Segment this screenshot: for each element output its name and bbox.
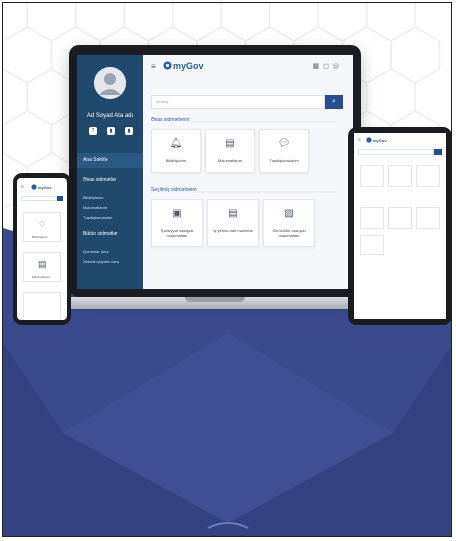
service-card[interactable]: ▤ İş yerinə dair məlumat <box>207 199 259 247</box>
service-card[interactable] <box>416 207 440 229</box>
sidebar-item-my-services[interactable]: Əsas xidmətlər <box>77 173 143 188</box>
sidebar: Ad Soyad Ata adı ? ▮ ▮ Ana Səhifə Əsas x… <box>77 55 143 289</box>
service-card[interactable]: 🔔︎ Bildirişlərim <box>151 129 201 173</box>
logo-mark <box>366 137 372 143</box>
logo-text: myGov <box>373 138 387 143</box>
service-card[interactable] <box>360 207 384 229</box>
logo: myGov <box>163 61 204 71</box>
service-card[interactable] <box>360 235 384 255</box>
sidebar-sub-item[interactable]: Qurumlar üzrə <box>83 249 109 254</box>
phone-screen: ≡ myGov ♢ Bildirişlərim ▤ Məlumatlarım <box>17 178 67 320</box>
service-card[interactable]: ▤ Məlumatlarım <box>205 129 255 173</box>
globe-icon[interactable]: ◎ <box>333 63 343 70</box>
document-icon[interactable]: ▮ <box>107 127 115 135</box>
user-name: Ad Soyad Ata adı <box>86 113 134 119</box>
service-card[interactable]: 💬︎ Təsdiqləmələrim <box>259 129 309 173</box>
menu-icon[interactable]: ≡ <box>21 184 24 190</box>
bell-icon[interactable]: ◻ <box>323 63 333 70</box>
document-icon: ▤ <box>38 259 47 269</box>
laptop-screen: Ad Soyad Ata adı ? ▮ ▮ Ana Səhifə Əsas x… <box>77 55 353 289</box>
bell-icon: ♢ <box>38 219 47 229</box>
sidebar-sub-item[interactable]: Bildirişlərim <box>83 195 103 200</box>
top-bar: ≡ myGov ▦◻◎ <box>143 55 353 77</box>
bell-icon: 🔔︎ <box>169 138 183 149</box>
service-card[interactable] <box>416 165 440 187</box>
id-card-icon: ▣ <box>172 208 182 219</box>
search-input[interactable] <box>358 149 434 155</box>
card-label: Sürücülük vəsiqəsi məlumatları <box>272 228 306 238</box>
service-card[interactable] <box>23 292 61 320</box>
section-chosen-title: Seçilmiş xidmətlərim <box>151 187 197 193</box>
card-label: İş yerinə dair məlumat <box>213 228 253 233</box>
search-input[interactable] <box>21 196 57 201</box>
logo-mark <box>31 184 37 190</box>
logo-text: myGov <box>173 61 204 71</box>
laptop-notch <box>185 297 245 302</box>
settings-icon[interactable]: ▮ <box>125 127 133 135</box>
grid-icon[interactable]: ▦ <box>312 63 323 70</box>
search-icon: ⌕ <box>332 98 336 105</box>
logo-text: myGov <box>38 185 52 190</box>
service-card[interactable] <box>388 207 412 229</box>
card-label: Bildirişlərim <box>32 235 48 239</box>
sidebar-sub-item[interactable]: Xidmət qrupları üzrə <box>83 259 119 264</box>
section-main-title: Əsas xidmətlərim <box>151 117 190 123</box>
service-card[interactable]: ♢ Bildirişlərim <box>23 212 61 242</box>
search-button[interactable] <box>57 196 63 201</box>
card-label: Məlumatlarım <box>32 275 51 279</box>
card-label: Məlumatlarım <box>217 158 243 163</box>
license-icon: ▨ <box>284 208 294 219</box>
menu-icon[interactable]: ≡ <box>358 137 361 143</box>
card-label: Bildirişlərim <box>165 158 187 163</box>
document-icon: ▤ <box>225 138 235 149</box>
card-label: Təsdiqləmələrim <box>269 158 299 163</box>
sidebar-sub-item[interactable]: Məlumatlarım <box>83 205 107 210</box>
avatar <box>94 67 126 99</box>
service-card[interactable]: ▨ Sürücülük vəsiqəsi məlumatları <box>263 199 315 247</box>
top-icons: ▦◻◎ <box>312 62 343 70</box>
sidebar-item-home[interactable]: Ana Səhifə <box>77 153 143 168</box>
service-card[interactable]: ▣ Şəxsiyyət vəsiqəsi məlumatları <box>151 199 203 247</box>
profile-icons: ? ▮ ▮ <box>89 127 133 137</box>
tablet-screen: ≡ myGov <box>354 133 446 319</box>
question-icon[interactable]: ? <box>89 127 97 135</box>
card-label: Şəxsiyyət vəsiqəsi məlumatları <box>160 228 194 238</box>
service-card[interactable]: ▤ Məlumatlarım <box>23 252 61 282</box>
sidebar-sub-item[interactable]: Təsdiqləmələrim <box>83 215 112 220</box>
search-input[interactable]: Axtarış <box>151 95 325 109</box>
service-card[interactable] <box>360 165 384 187</box>
logo-mark <box>163 61 172 70</box>
document-icon: ▤ <box>228 208 238 219</box>
search-button[interactable]: ⌕ <box>325 95 343 109</box>
chat-icon: 💬︎ <box>277 138 291 149</box>
menu-icon[interactable]: ≡ <box>151 63 156 71</box>
sidebar-item-all-services[interactable]: Bütün xidmətlər <box>77 227 143 242</box>
service-card[interactable] <box>388 165 412 187</box>
promo-frame: Ad Soyad Ata adı ? ▮ ▮ Ana Səhifə Əsas x… <box>2 2 452 537</box>
user-icon <box>94 67 126 99</box>
search-button[interactable] <box>434 149 442 155</box>
section-divider <box>187 121 337 123</box>
section-divider <box>195 191 337 193</box>
